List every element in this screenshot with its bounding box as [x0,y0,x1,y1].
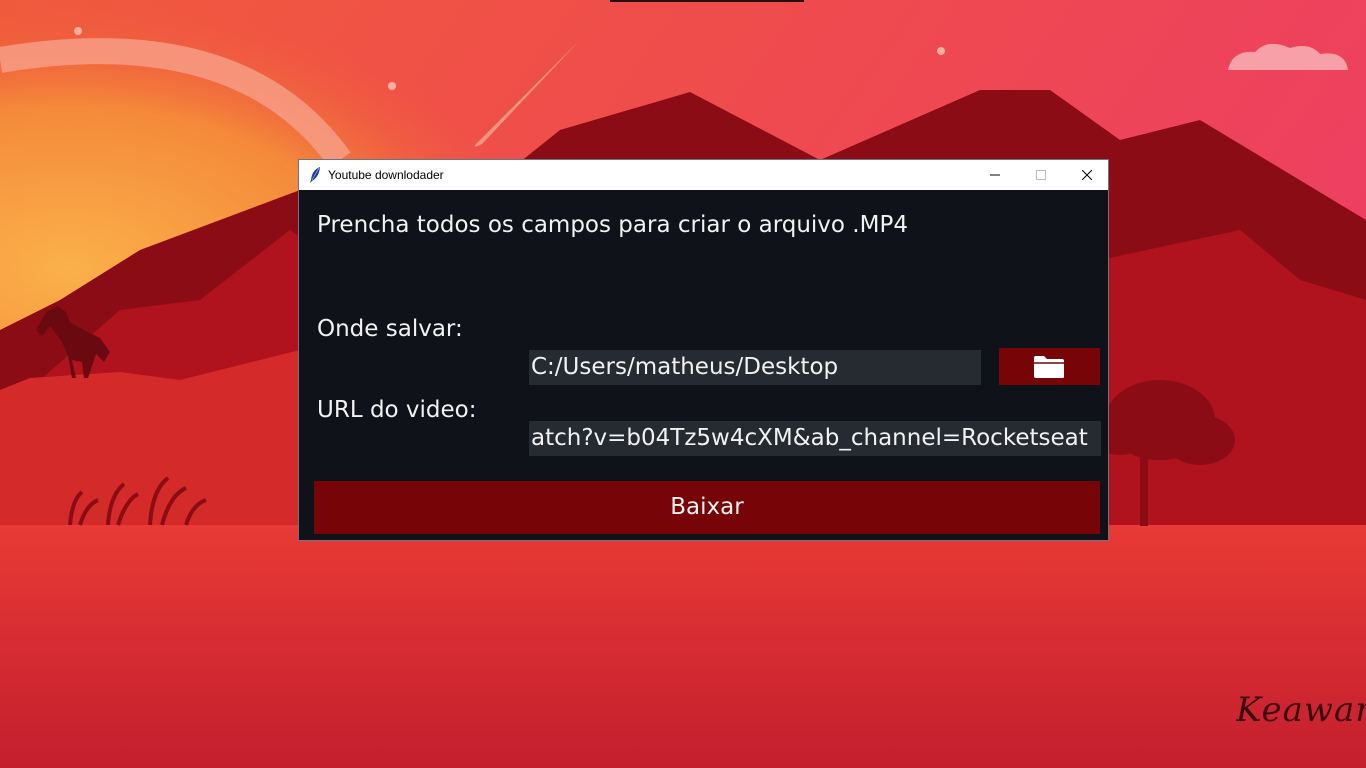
video-url-label: URL do video: [317,397,477,423]
video-url-field[interactable]: atch?v=b04Tz5w4cXM&ab_channel=Rocketseat [529,421,1101,456]
download-button[interactable]: Baixar [314,481,1100,534]
folder-icon [1034,356,1064,378]
feather-icon [308,166,322,184]
minimize-button[interactable] [972,160,1018,190]
close-button[interactable] [1064,160,1110,190]
browse-folder-button[interactable] [999,348,1100,385]
maximize-icon [1036,170,1046,180]
close-icon [1082,170,1092,180]
save-location-label: Onde salvar: [317,316,463,342]
artist-signature: Keawan. A [1236,690,1366,730]
instruction-heading: Prencha todos os campos para criar o arq… [317,212,908,238]
maximize-button[interactable] [1018,160,1064,190]
title-bar[interactable]: Youtube downlodader [299,160,1108,190]
save-path-field[interactable]: C:/Users/matheus/Desktop [529,350,981,385]
app-window: Youtube downlodader Prencha todos os cam… [298,159,1109,541]
window-title: Youtube downlodader [328,168,444,182]
minimize-icon [990,174,1000,176]
window-content: Prencha todos os campos para criar o arq… [299,190,1108,540]
screen-top-edge [610,0,804,2]
